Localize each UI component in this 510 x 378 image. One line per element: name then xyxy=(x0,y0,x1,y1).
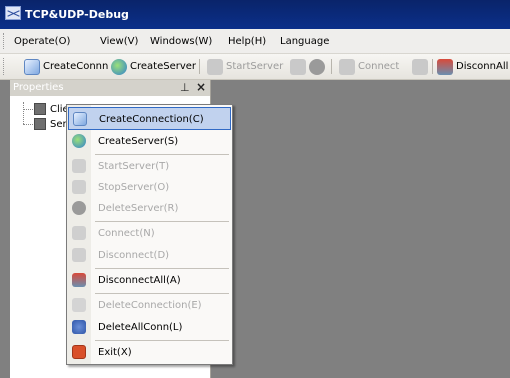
menu-item-create-connection[interactable]: CreateConnection(C) xyxy=(68,107,231,130)
menu-item-label: Exit(X) xyxy=(98,347,132,358)
panel-header: Properties ⊥ × xyxy=(10,80,210,96)
menu-item-label: DeleteConnection(E) xyxy=(98,300,202,311)
menu-item-label: DisconnectAll(A) xyxy=(98,275,181,286)
toolbar-separator xyxy=(331,59,332,74)
node-icon xyxy=(34,118,46,130)
disconnect-all-icon xyxy=(72,273,86,287)
menu-operate[interactable]: Operate(O) xyxy=(14,36,70,47)
connect-button[interactable]: Connect xyxy=(339,57,399,76)
toolbar-grip-icon[interactable] xyxy=(3,58,6,75)
create-connection-label: CreateConnn xyxy=(43,61,109,72)
delete-server-icon xyxy=(309,58,325,75)
menu-windows[interactable]: Windows(W) xyxy=(150,36,212,47)
menu-view[interactable]: View(V) xyxy=(100,36,138,47)
menu-item-label: DeleteAllConn(L) xyxy=(98,322,183,333)
delete-all-connections-icon xyxy=(72,320,86,334)
toolbar-separator xyxy=(432,59,433,74)
menu-item-delete-server[interactable]: DeleteServer(R) xyxy=(68,197,231,220)
window-title: TCP&UDP-Debug xyxy=(25,8,129,21)
menu-item-label: StopServer(O) xyxy=(98,182,170,193)
panel-title: Properties xyxy=(13,82,64,93)
create-connection-button[interactable]: CreateConnn xyxy=(24,57,108,76)
menu-item-stop-server[interactable]: StopServer(O) xyxy=(68,176,231,199)
exit-icon xyxy=(72,345,86,359)
menu-item-delete-connection[interactable]: DeleteConnection(E) xyxy=(68,294,231,317)
node-icon xyxy=(34,103,46,115)
connect-icon xyxy=(339,58,355,75)
connect-label: Connect xyxy=(358,61,400,72)
create-server-label: CreateServer xyxy=(130,61,197,72)
menubar-grip-icon[interactable] xyxy=(3,33,6,49)
stop-server-icon xyxy=(290,58,306,75)
toolbar: CreateConnn CreateServer StartServer Con… xyxy=(0,54,510,80)
menu-item-create-server[interactable]: CreateServer(S) xyxy=(68,130,231,153)
connect-icon xyxy=(72,226,86,240)
close-icon[interactable]: × xyxy=(196,80,206,94)
delete-server-button[interactable] xyxy=(309,57,328,76)
menu-bar: Operate(O) View(V) Windows(W) Help(H) La… xyxy=(0,29,510,54)
delete-server-icon xyxy=(72,201,86,215)
stop-server-icon xyxy=(72,180,86,194)
menu-item-label: Disconnect(D) xyxy=(98,250,170,261)
tree-connector xyxy=(23,102,24,124)
stop-server-button[interactable] xyxy=(290,57,309,76)
disconnect-all-icon xyxy=(437,58,453,75)
menu-item-label: CreateConnection(C) xyxy=(99,114,204,125)
context-menu: CreateConnection(C) CreateServer(S) Star… xyxy=(66,104,233,365)
menu-help[interactable]: Help(H) xyxy=(228,36,266,47)
disconnect-all-button[interactable]: DisconnAll xyxy=(437,57,508,76)
start-server-icon xyxy=(72,159,86,173)
menu-language[interactable]: Language xyxy=(280,36,329,47)
create-connection-icon xyxy=(24,58,40,75)
toolbar-separator xyxy=(199,59,200,74)
disconnect-button[interactable] xyxy=(412,57,431,76)
menu-item-label: Connect(N) xyxy=(98,228,155,239)
menu-item-disconnect[interactable]: Disconnect(D) xyxy=(68,244,231,267)
pin-icon[interactable]: ⊥ xyxy=(180,81,190,94)
create-server-icon xyxy=(111,58,127,75)
start-server-label: StartServer xyxy=(226,61,284,72)
create-server-icon xyxy=(72,134,86,148)
menu-item-disconnect-all[interactable]: DisconnectAll(A) xyxy=(68,269,231,292)
menu-item-delete-all-connections[interactable]: DeleteAllConn(L) xyxy=(68,316,231,339)
tree-connector xyxy=(23,109,33,110)
start-server-icon xyxy=(207,58,223,75)
menu-item-connect[interactable]: Connect(N) xyxy=(68,222,231,245)
menu-item-label: DeleteServer(R) xyxy=(98,203,179,214)
disconnect-icon xyxy=(412,58,428,75)
menu-item-exit[interactable]: Exit(X) xyxy=(68,341,231,364)
delete-connection-icon xyxy=(72,298,86,312)
tree-connector xyxy=(23,124,33,125)
disconnect-icon xyxy=(72,248,86,262)
network-icon xyxy=(5,6,21,20)
menu-item-start-server[interactable]: StartServer(T) xyxy=(68,155,231,178)
create-server-button[interactable]: CreateServer xyxy=(111,57,196,76)
menu-item-label: StartServer(T) xyxy=(98,161,170,172)
create-connection-icon xyxy=(73,112,87,126)
start-server-button[interactable]: StartServer xyxy=(207,57,283,76)
disconnect-all-label: DisconnAll xyxy=(456,61,509,72)
title-bar: TCP&UDP-Debug xyxy=(0,0,510,29)
menu-item-label: CreateServer(S) xyxy=(98,136,179,147)
